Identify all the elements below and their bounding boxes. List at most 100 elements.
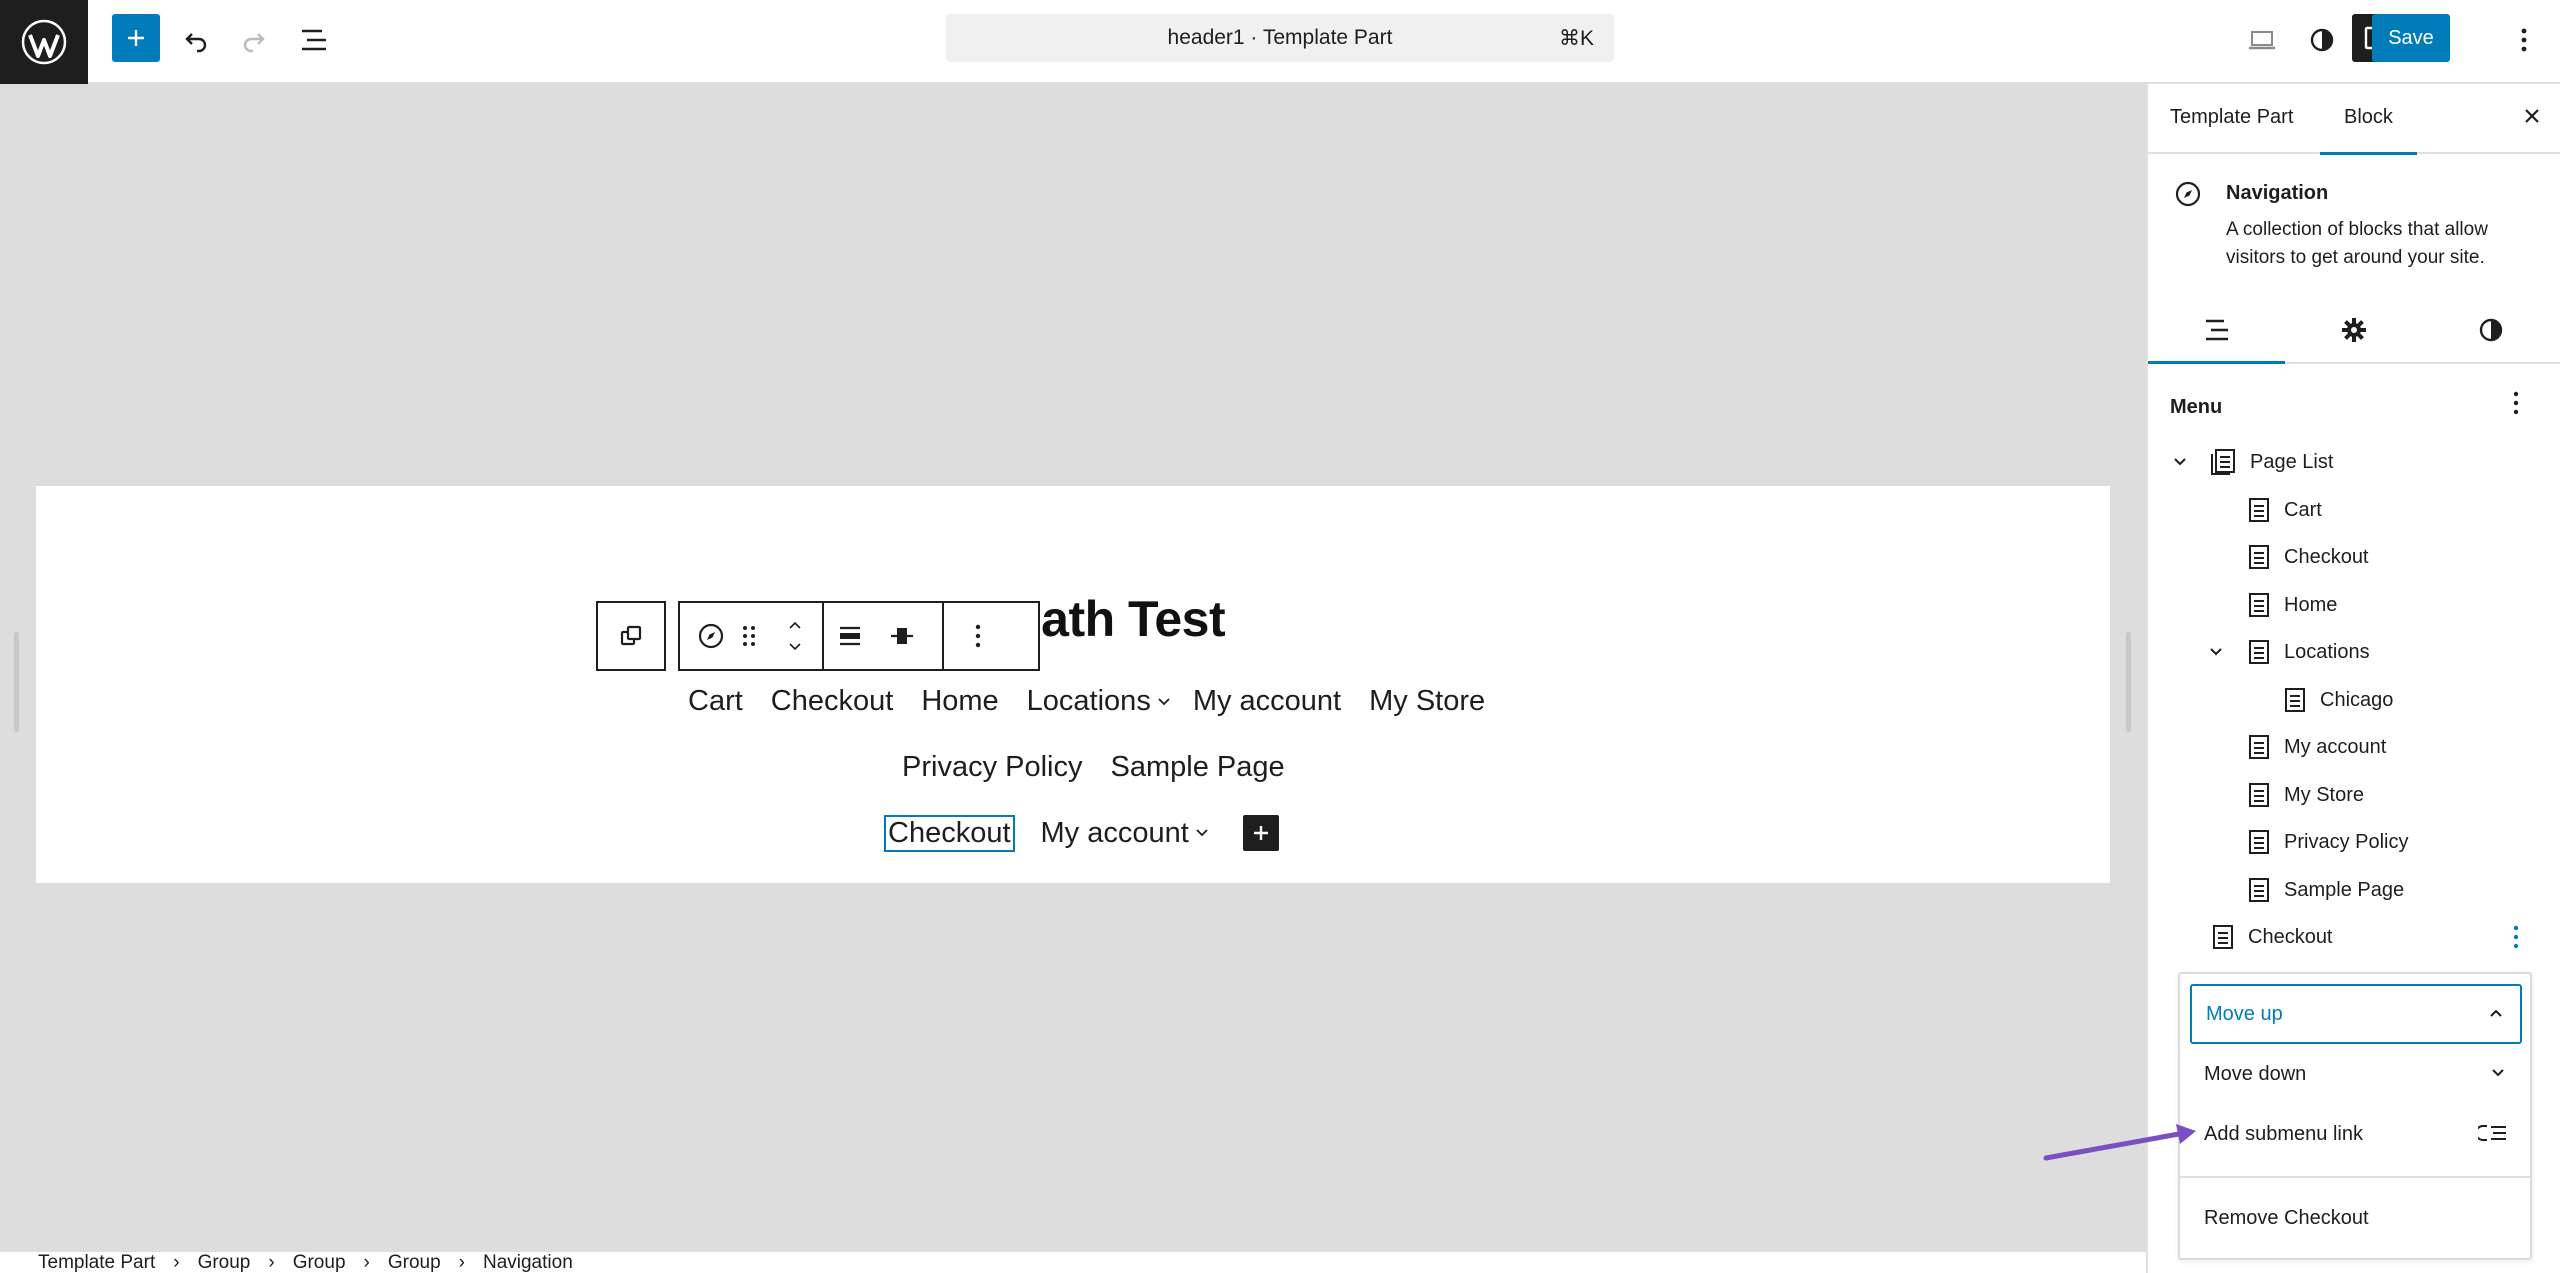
item-options-dropdown: Move up Move down Add submenu link Remov… xyxy=(2178,972,2532,1260)
options-kebab-icon[interactable] xyxy=(2500,14,2548,66)
menu-options-kebab-icon[interactable] xyxy=(2512,390,2520,416)
page-icon xyxy=(2248,592,2270,618)
styles-contrast-icon[interactable] xyxy=(2296,14,2348,66)
nav-link-cart[interactable]: Cart xyxy=(688,685,743,718)
list-item-label: Sample Page xyxy=(2284,878,2405,901)
list-item-home[interactable]: Home xyxy=(2248,585,2337,625)
breadcrumb-item[interactable]: Group xyxy=(293,1252,346,1273)
nav-link-my-store[interactable]: My Store xyxy=(1369,685,1485,718)
chevron-down-icon[interactable] xyxy=(1157,697,1171,707)
move-up-down-icon[interactable] xyxy=(768,603,822,669)
page-icon xyxy=(2248,544,2270,570)
tab-block[interactable]: Block xyxy=(2320,106,2417,155)
list-item-label: Checkout xyxy=(2284,545,2369,568)
menu-item-label: Add submenu link xyxy=(2204,1122,2363,1145)
menu-item-move-down[interactable]: Move down xyxy=(2190,1044,2522,1104)
chevron-down-icon[interactable] xyxy=(2208,646,2224,658)
menu-heading: Menu xyxy=(2170,396,2223,418)
menu-item-label: Move down xyxy=(2204,1062,2307,1085)
list-item-checkout-link[interactable]: Checkout xyxy=(2212,917,2333,957)
item-options-kebab-icon[interactable] xyxy=(2512,924,2520,950)
vertical-alignment-icon[interactable] xyxy=(876,603,928,669)
menu-item-label: Remove Checkout xyxy=(2204,1206,2369,1229)
navigation-compass-icon[interactable] xyxy=(692,603,730,669)
breadcrumb-item[interactable]: Navigation xyxy=(483,1252,573,1273)
nav-link-my-account[interactable]: My account xyxy=(1193,685,1341,718)
page-icon xyxy=(2248,734,2270,760)
list-item-label: Privacy Policy xyxy=(2284,830,2409,853)
preview-device-icon[interactable] xyxy=(2236,14,2288,66)
redo-icon[interactable] xyxy=(228,14,280,66)
inspector-tabs xyxy=(2148,298,2560,364)
justification-icon[interactable] xyxy=(824,603,876,669)
block-toolbar xyxy=(678,601,1040,671)
list-view-tab-icon[interactable] xyxy=(2148,298,2285,364)
menu-item-add-submenu-link[interactable]: Add submenu link xyxy=(2190,1104,2522,1164)
resize-handle-left[interactable] xyxy=(14,632,19,732)
resize-handle-right[interactable] xyxy=(2126,632,2131,732)
navigation-row-1: Cart Checkout Home Locations My account … xyxy=(688,685,1485,718)
menu-item-move-up[interactable]: Move up xyxy=(2190,984,2522,1044)
drag-handle-icon[interactable] xyxy=(730,603,768,669)
add-block-button[interactable] xyxy=(112,14,160,62)
document-title: header1 · Template Part xyxy=(1167,26,1393,49)
wordpress-logo-icon[interactable] xyxy=(0,0,88,84)
breadcrumb-item[interactable]: Template Part xyxy=(38,1252,155,1273)
nav-link-my-account-submenu[interactable]: My account xyxy=(1041,817,1189,850)
settings-gear-tab-icon[interactable] xyxy=(2285,298,2422,362)
block-options-kebab-icon[interactable] xyxy=(944,603,1012,669)
breadcrumb-item[interactable]: Group xyxy=(388,1252,441,1273)
chevron-down-icon[interactable] xyxy=(1195,828,1209,838)
menu-divider xyxy=(2180,1176,2530,1178)
chevron-down-icon[interactable] xyxy=(2172,456,2188,468)
navigation-compass-icon xyxy=(2174,180,2202,208)
block-card-description: A collection of blocks that allow visito… xyxy=(2226,219,2488,268)
tab-template-part[interactable]: Template Part xyxy=(2170,106,2293,129)
list-item-my-account[interactable]: My account xyxy=(2248,727,2386,767)
page-icon xyxy=(2212,924,2234,950)
menu-item-label: Move up xyxy=(2206,1002,2283,1025)
navigation-row-3: Checkout My account xyxy=(884,814,1279,852)
list-item-label: Cart xyxy=(2284,498,2322,521)
select-parent-icon[interactable] xyxy=(598,603,664,669)
nav-link-privacy-policy[interactable]: Privacy Policy xyxy=(902,751,1083,784)
list-item-label: Chicago xyxy=(2320,688,2394,711)
save-button[interactable]: Save xyxy=(2372,14,2450,62)
nav-link-home[interactable]: Home xyxy=(921,685,998,718)
undo-icon[interactable] xyxy=(170,14,222,66)
page-icon xyxy=(2248,497,2270,523)
list-item-label: Checkout xyxy=(2248,925,2333,948)
list-item-chicago[interactable]: Chicago xyxy=(2284,680,2393,720)
block-parent-toolbar xyxy=(596,601,666,671)
page-icon xyxy=(2248,639,2270,665)
list-item-my-store[interactable]: My Store xyxy=(2248,775,2364,815)
list-item-cart[interactable]: Cart xyxy=(2248,490,2322,530)
block-card-title: Navigation xyxy=(2226,182,2329,204)
block-breadcrumb: Template Part › Group › Group › Group › Navi… xyxy=(0,1252,2146,1273)
close-icon[interactable] xyxy=(2520,104,2544,128)
add-submenu-icon xyxy=(2478,1122,2508,1144)
annotation-arrow-icon xyxy=(2040,1120,2200,1180)
menu-item-remove-checkout[interactable]: Remove Checkout xyxy=(2190,1188,2522,1248)
page-icon xyxy=(2248,829,2270,855)
list-item-locations[interactable]: Locations xyxy=(2248,632,2370,672)
breadcrumb-item[interactable]: Group xyxy=(198,1252,251,1273)
chevron-up-icon xyxy=(2486,1004,2506,1024)
page-icon xyxy=(2248,782,2270,808)
navigation-row-2: Privacy Policy Sample Page xyxy=(902,751,1285,784)
nav-link-sample-page[interactable]: Sample Page xyxy=(1111,751,1285,784)
document-title-bar[interactable]: header1 · Template Part ⌘K xyxy=(946,14,1614,62)
document-overview-icon[interactable] xyxy=(288,14,340,66)
list-item-sample-page[interactable]: Sample Page xyxy=(2248,870,2404,910)
nav-link-locations[interactable]: Locations xyxy=(1027,685,1151,718)
nav-link-checkout[interactable]: Checkout xyxy=(771,685,894,718)
styles-tab-icon[interactable] xyxy=(2422,298,2559,362)
list-item-page-list[interactable]: Page List xyxy=(2210,442,2333,482)
page-icon xyxy=(2284,687,2306,713)
list-item-checkout[interactable]: Checkout xyxy=(2248,537,2369,577)
nav-link-checkout-selected[interactable]: Checkout xyxy=(884,814,1015,852)
add-nav-item-button[interactable] xyxy=(1242,815,1279,851)
editor-header: header1 · Template Part ⌘K Save xyxy=(0,0,2560,84)
page-list-icon xyxy=(2210,448,2236,476)
list-item-privacy-policy[interactable]: Privacy Policy xyxy=(2248,822,2408,862)
